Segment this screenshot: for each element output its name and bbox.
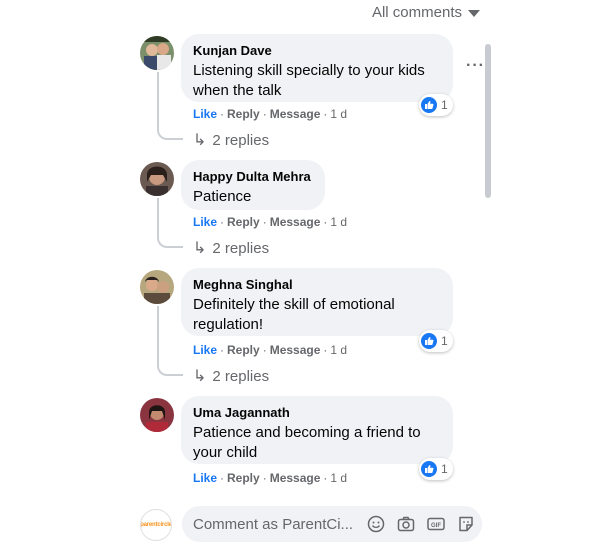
comment-bubble: Happy Dulta Mehra Patience xyxy=(181,160,325,210)
reaction-count[interactable]: 1 xyxy=(419,458,453,480)
composer-icons: GIF xyxy=(366,514,476,534)
reply-link[interactable]: Reply xyxy=(227,215,260,229)
comment-text-line: Patience and becoming a friend to xyxy=(193,424,421,441)
comment-bubble: Uma Jagannath Patience and becoming a fr… xyxy=(181,396,453,464)
avatar[interactable] xyxy=(140,270,174,304)
message-link[interactable]: Message xyxy=(270,107,321,121)
thread-line xyxy=(157,306,183,376)
like-link[interactable]: Like xyxy=(193,215,217,229)
comment-bubble: Meghna Singhal Definitely the skill of e… xyxy=(181,268,453,336)
thread-line xyxy=(157,198,183,248)
avatar[interactable] xyxy=(140,398,174,432)
avatar[interactable] xyxy=(140,162,174,196)
emoji-icon[interactable] xyxy=(366,514,386,534)
comment-text-line: regulation! xyxy=(193,316,264,333)
all-comments-filter[interactable]: All comments xyxy=(372,4,480,21)
timestamp[interactable]: 1 d xyxy=(330,215,347,229)
comment-text-line: Listening skill specially to your kids xyxy=(193,62,425,79)
parentcircle-logo: parentcircle xyxy=(140,522,172,528)
replies-label: 2 replies xyxy=(212,367,270,385)
avatar[interactable] xyxy=(140,36,174,70)
comment-input[interactable] xyxy=(193,515,361,533)
replies-label: 2 replies xyxy=(212,131,270,149)
comment-bubble: Kunjan Dave Listening skill specially to… xyxy=(181,34,453,102)
comment-actions: Like · Reply · Message · 1 d xyxy=(193,107,348,121)
reply-arrow-icon: ↳ xyxy=(193,132,207,149)
more-options-icon[interactable]: ··· xyxy=(466,57,485,75)
reply-arrow-icon: ↳ xyxy=(193,240,207,257)
like-link[interactable]: Like xyxy=(193,107,217,121)
view-replies-link[interactable]: ↳ 2 replies xyxy=(193,366,269,386)
scrollbar[interactable] xyxy=(485,44,491,198)
replies-label: 2 replies xyxy=(212,239,270,257)
comment-author[interactable]: Meghna Singhal xyxy=(193,277,441,293)
comment-text-line: Patience xyxy=(193,188,252,205)
reaction-count-value: 1 xyxy=(441,98,448,112)
like-link[interactable]: Like xyxy=(193,471,217,485)
comment-author[interactable]: Uma Jagannath xyxy=(193,405,441,421)
comment-text-line: Definitely the skill of emotional xyxy=(193,296,395,313)
message-link[interactable]: Message xyxy=(270,343,321,357)
comment-actions: Like · Reply · Message · 1 d xyxy=(193,215,348,229)
message-link[interactable]: Message xyxy=(270,471,321,485)
reply-arrow-icon: ↳ xyxy=(193,368,207,385)
thumbs-up-icon xyxy=(421,333,437,349)
svg-text:GIF: GIF xyxy=(431,523,441,529)
thumbs-up-icon xyxy=(421,97,437,113)
thread-line xyxy=(157,72,183,140)
caret-down-icon xyxy=(468,10,480,17)
thumbs-up-icon xyxy=(421,461,437,477)
gif-icon[interactable]: GIF xyxy=(426,514,446,534)
comment-actions: Like · Reply · Message · 1 d xyxy=(193,343,348,357)
reply-link[interactable]: Reply xyxy=(227,107,260,121)
comment-author[interactable]: Kunjan Dave xyxy=(193,43,441,59)
reaction-count-value: 1 xyxy=(441,462,448,476)
timestamp[interactable]: 1 d xyxy=(330,471,347,485)
view-replies-link[interactable]: ↳ 2 replies xyxy=(193,130,269,150)
like-link[interactable]: Like xyxy=(193,343,217,357)
comment-author[interactable]: Happy Dulta Mehra xyxy=(193,169,313,185)
timestamp[interactable]: 1 d xyxy=(330,343,347,357)
sticker-icon[interactable] xyxy=(456,514,476,534)
comment-composer: parentcircle GIF xyxy=(0,506,600,546)
reaction-count[interactable]: 1 xyxy=(419,330,453,352)
reaction-count-value: 1 xyxy=(441,334,448,348)
comment-actions: Like · Reply · Message · 1 d xyxy=(193,471,348,485)
comment-text-line: your child xyxy=(193,444,258,461)
camera-icon[interactable] xyxy=(396,514,416,534)
page-avatar[interactable]: parentcircle xyxy=(140,509,172,541)
timestamp[interactable]: 1 d xyxy=(330,107,347,121)
reply-link[interactable]: Reply xyxy=(227,471,260,485)
reaction-count[interactable]: 1 xyxy=(419,94,453,116)
reply-link[interactable]: Reply xyxy=(227,343,260,357)
view-replies-link[interactable]: ↳ 2 replies xyxy=(193,238,269,258)
message-link[interactable]: Message xyxy=(270,215,321,229)
comment-text-line: when the talk xyxy=(193,82,282,99)
filter-label: All comments xyxy=(371,4,462,21)
